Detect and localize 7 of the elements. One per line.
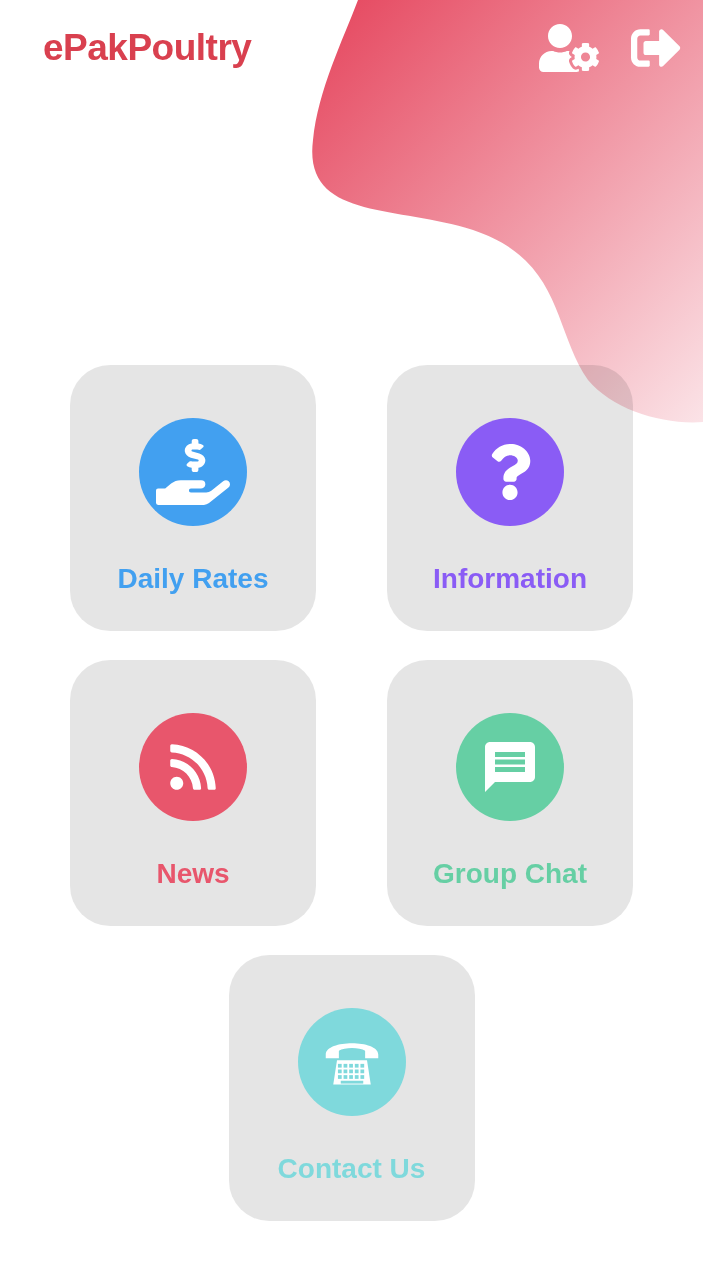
menu-tile[interactable]: Group Chat — [387, 660, 633, 926]
rss-icon — [167, 741, 219, 793]
app-title: ePakPoultry — [43, 27, 252, 69]
menu-tile[interactable]: Daily Rates — [70, 365, 316, 631]
menu-tile[interactable]: Information — [387, 365, 633, 631]
menu-tile[interactable]: Contact Us — [228, 955, 475, 1221]
menu-tile[interactable]: News — [70, 660, 316, 926]
